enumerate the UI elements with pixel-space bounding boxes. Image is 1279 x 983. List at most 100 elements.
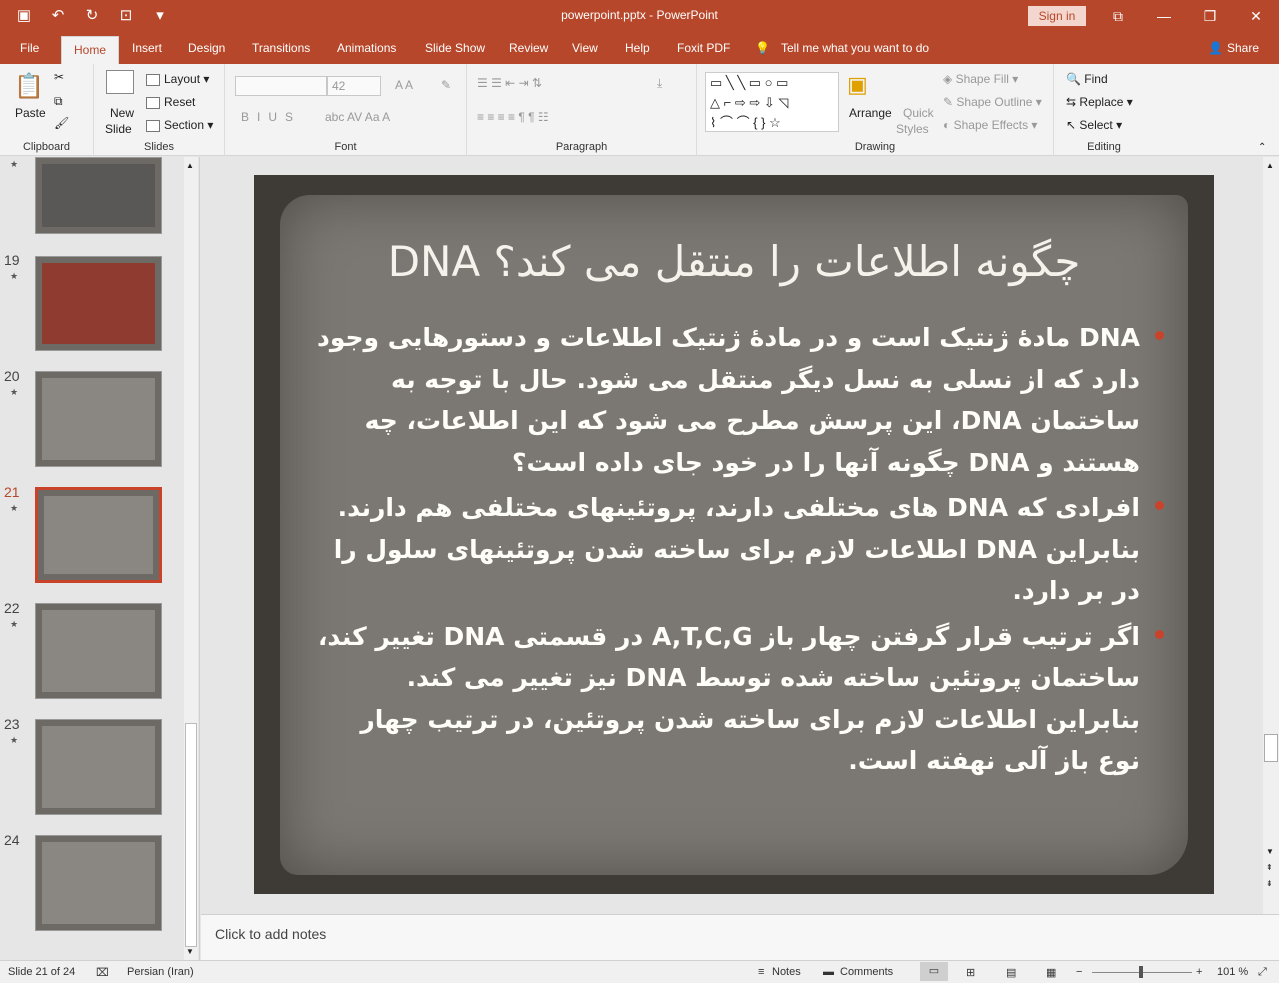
thumbnail-slide-23[interactable]	[35, 719, 162, 815]
notes-button[interactable]: Notes	[772, 966, 801, 978]
normal-view-icon[interactable]: ▭	[920, 962, 948, 981]
replace-button[interactable]: ⇆ Replace ▾	[1066, 95, 1133, 109]
font-style-buttons[interactable]: BIUS	[241, 110, 301, 124]
slide-canvas[interactable]: DNA چگونه اطلاعات را منتقل می کند؟ DNA م…	[254, 175, 1214, 894]
zoom-slider-thumb[interactable]	[1139, 966, 1143, 978]
share-button[interactable]: Share	[1227, 41, 1259, 55]
tell-me-search[interactable]: Tell me what you want to do	[781, 41, 929, 55]
clear-formatting-icon[interactable]: ✎	[441, 78, 451, 92]
reset-button[interactable]: Reset	[146, 95, 195, 109]
notes-icon: ≡	[758, 966, 765, 978]
tab-slide-show[interactable]: Slide Show	[425, 41, 485, 55]
cut-icon[interactable]: ✂	[54, 70, 64, 84]
section-button[interactable]: Section ▾	[146, 118, 213, 132]
bullets-icon[interactable]: ☰ ☰ ⇤ ⇥ ⇅	[477, 76, 542, 90]
scroll-up-icon[interactable]: ▲	[1266, 161, 1274, 170]
find-button[interactable]: 🔍 Find	[1066, 72, 1108, 86]
animation-star-icon: ★	[10, 619, 19, 629]
arrange-button[interactable]: Arrange	[849, 106, 892, 120]
title-bar: ▣ ↶ ↻ ⊡ ▾ powerpoint.pptx - PowerPoint S…	[0, 0, 1279, 32]
shapes-gallery[interactable]: ▭ ╲ ╲ ▭ ○ ▭ △ ⌐ ⇨ ⇨ ⇩ ◹ ⌇ ⌒ ⌒ { } ☆	[705, 72, 839, 132]
fit-slide-icon[interactable]: ⤢	[1258, 966, 1267, 979]
thumbnail-slide-21[interactable]	[35, 487, 162, 583]
slide-sorter-icon[interactable]: ⊞	[966, 966, 975, 979]
tab-animations[interactable]: Animations	[337, 41, 396, 55]
text-direction-icon[interactable]: ⤓	[657, 76, 662, 91]
thumbnail-slide-24[interactable]	[35, 835, 162, 931]
zoom-level[interactable]: 101 %	[1217, 966, 1248, 978]
slide-thumbnails-pane[interactable]: ★ 19 ★ 20 ★ 21 ★ 22 ★ 23 ★ 24	[0, 157, 200, 960]
tab-foxit-pdf[interactable]: Foxit PDF	[677, 41, 730, 55]
shape-effects-button[interactable]: ◐ Shape Effects ▾	[943, 118, 1037, 132]
scroll-thumb[interactable]	[1264, 734, 1278, 762]
comments-button[interactable]: Comments	[840, 966, 893, 978]
bullet-paragraph: اگر ترتیب قرار گرفتن چهار باز A,T,C,G در…	[314, 616, 1164, 699]
new-slide-icon[interactable]	[106, 70, 134, 94]
scroll-up-icon[interactable]: ▲	[186, 161, 194, 170]
bullet-paragraph: DNA مادۀ ژنتیک است و در مادۀ ژنتیک اطلاع…	[314, 317, 1164, 483]
zoom-in-icon[interactable]: +	[1196, 966, 1202, 978]
tab-design[interactable]: Design	[188, 41, 225, 55]
thumbnail-slide-18[interactable]	[35, 157, 162, 234]
font-size-icons[interactable]: A A	[395, 78, 413, 92]
thumbnail-slide-19[interactable]	[35, 256, 162, 351]
clipboard-label: Clipboard	[22, 141, 71, 153]
shape-outline-button[interactable]: ✎ Shape Outline ▾	[943, 95, 1042, 109]
tab-transitions[interactable]: Transitions	[252, 41, 310, 55]
arrange-icon[interactable]: ▣	[847, 72, 868, 98]
paste-button[interactable]: Paste	[15, 106, 46, 120]
sign-in-button[interactable]: Sign in	[1028, 6, 1086, 26]
font-size-combo[interactable]: 42	[327, 76, 381, 96]
comments-icon: ▬	[823, 966, 834, 978]
zoom-out-icon[interactable]: −	[1076, 966, 1082, 978]
close-icon[interactable]: ✕	[1233, 0, 1279, 32]
slide-content[interactable]: DNA مادۀ ژنتیک است و در مادۀ ژنتیک اطلاع…	[314, 317, 1164, 786]
ribbon-display-icon[interactable]: ⧉	[1095, 0, 1141, 32]
minimize-icon[interactable]: —	[1141, 0, 1187, 32]
tab-review[interactable]: Review	[509, 41, 548, 55]
slide-title[interactable]: DNA چگونه اطلاعات را منتقل می کند؟	[254, 237, 1214, 286]
character-spacing-icon[interactable]: abc AV Aa A	[325, 110, 390, 124]
reading-view-icon[interactable]: ▤	[1006, 966, 1016, 979]
collapse-ribbon-icon[interactable]: ⌃	[1258, 142, 1266, 153]
copy-icon[interactable]: ⧉	[54, 94, 63, 109]
slide-scrollbar[interactable]: ▲ ▼ ⇞ ⇟	[1263, 157, 1279, 914]
notes-pane[interactable]: Click to add notes	[201, 914, 1279, 960]
find-icon: 🔍	[1066, 72, 1081, 86]
paste-icon[interactable]: 📋	[14, 72, 44, 101]
thumbnail-slide-22[interactable]	[35, 603, 162, 699]
font-name-combo[interactable]	[235, 76, 327, 96]
language-indicator[interactable]: Persian (Iran)	[127, 966, 194, 978]
new-slide-button-line2[interactable]: Slide	[105, 122, 132, 136]
scroll-thumb[interactable]	[185, 723, 197, 947]
tab-home[interactable]: Home	[61, 36, 120, 64]
tab-view[interactable]: View	[572, 41, 598, 55]
ribbon-tabs: File Home Insert Design Transitions Anim…	[0, 32, 1279, 64]
spell-check-icon[interactable]: ⌧	[96, 966, 109, 979]
select-button[interactable]: ↖ Select ▾	[1066, 118, 1122, 132]
restore-icon[interactable]: ❐	[1187, 0, 1233, 32]
format-painter-icon[interactable]: 🖌	[54, 116, 69, 130]
scroll-down-icon[interactable]: ▼	[1266, 847, 1274, 856]
quick-styles-button-line2[interactable]: Styles	[896, 122, 929, 136]
align-icons[interactable]: ≡ ≡ ≡ ≡ ¶ ¶ ☷	[477, 110, 549, 124]
previous-slide-icon[interactable]: ⇞	[1266, 863, 1273, 872]
thumbnails-scrollbar[interactable]: ▲ ▼	[184, 157, 198, 960]
layout-label: Layout	[164, 72, 201, 86]
tab-file[interactable]: File	[20, 41, 39, 55]
scroll-down-icon[interactable]: ▼	[186, 947, 194, 956]
thumbnail-image	[42, 378, 155, 460]
thumbnail-slide-20[interactable]	[35, 371, 162, 467]
bullet-text: اگر ترتیب قرار گرفتن چهار باز A,T,C,G در…	[317, 621, 1140, 693]
bullet-icon	[1155, 501, 1164, 510]
tab-insert[interactable]: Insert	[132, 41, 162, 55]
layout-button[interactable]: Layout ▾	[146, 72, 209, 86]
thumbnail-number: 23	[4, 716, 20, 732]
next-slide-icon[interactable]: ⇟	[1266, 879, 1273, 888]
slide-show-icon[interactable]: ▦	[1046, 966, 1056, 979]
new-slide-button[interactable]: New	[110, 106, 134, 120]
shape-fill-button[interactable]: ◈ Shape Fill ▾	[943, 72, 1018, 86]
quick-styles-button[interactable]: Quick	[903, 106, 934, 120]
notes-placeholder[interactable]: Click to add notes	[215, 926, 326, 942]
tab-help[interactable]: Help	[625, 41, 650, 55]
